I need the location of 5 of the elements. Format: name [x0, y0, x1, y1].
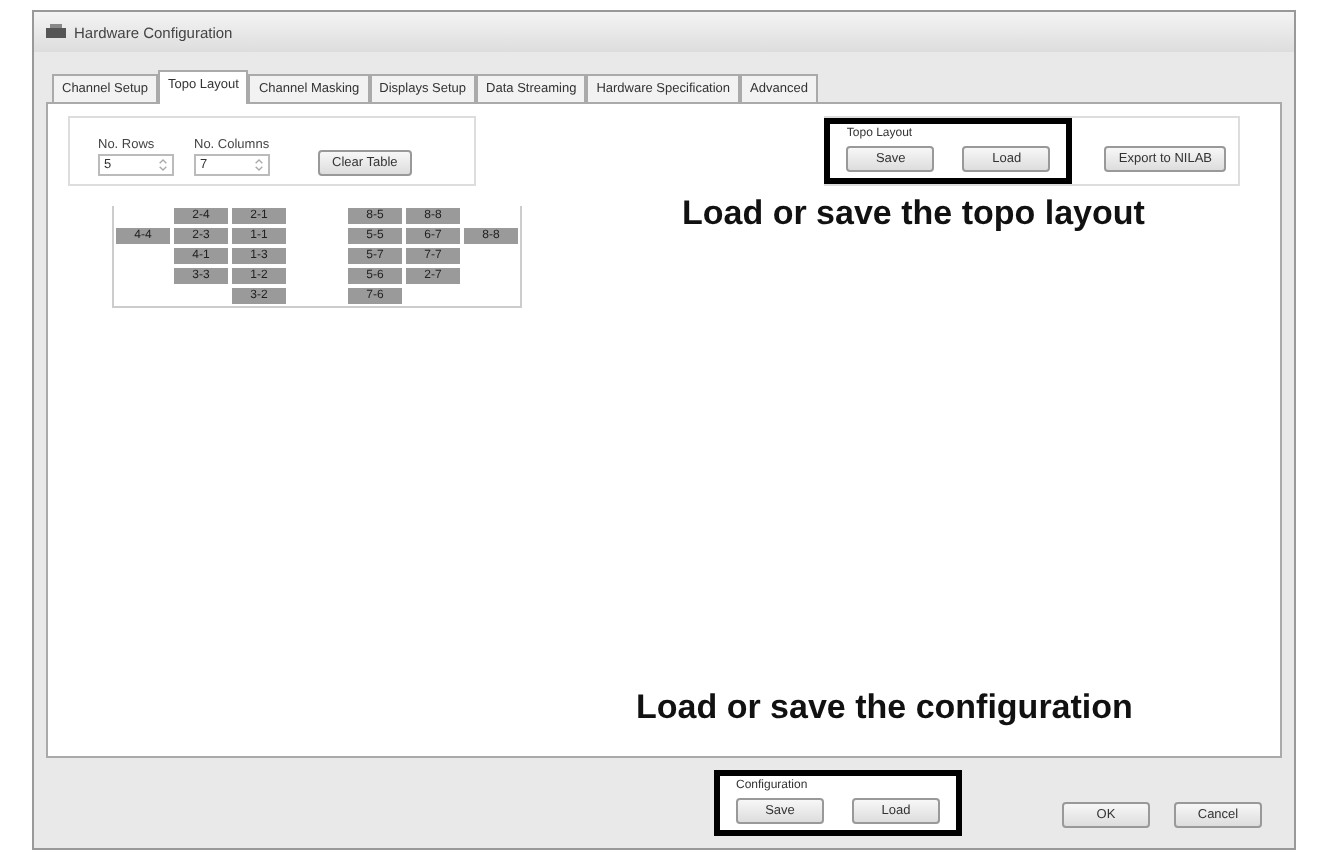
annotation-text: Load or save the topo layout	[682, 194, 1145, 234]
annotation-text: Load or save the configuration	[636, 688, 1133, 728]
app-icon	[46, 24, 66, 40]
spinner-icon[interactable]	[254, 158, 264, 172]
spinner-icon[interactable]	[158, 158, 168, 172]
